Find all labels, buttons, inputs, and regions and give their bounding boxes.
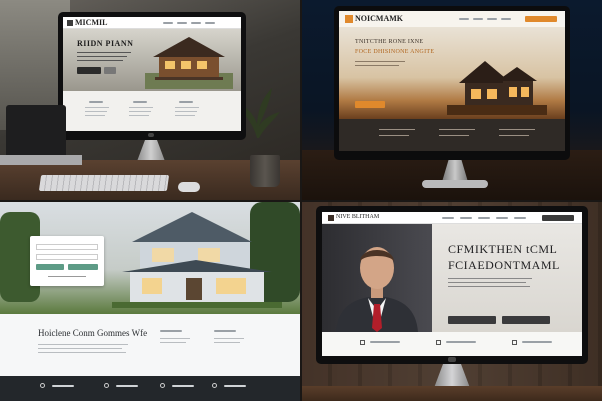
photo-monitor-businessman-site: NIVE BLITHAM CFMIKTHEN tCML FCIAEDONTMAM… xyxy=(302,202,602,401)
site-logo[interactable]: MICMIL xyxy=(75,18,107,27)
site-footer xyxy=(0,376,300,401)
apple-logo-icon xyxy=(148,133,154,137)
keyboard xyxy=(38,175,170,191)
hero-cta-button[interactable] xyxy=(77,67,101,74)
photo-desk-monitor-house-site: MICMIL RIIDN PIANN xyxy=(0,0,300,200)
site-header: NOICMAMK xyxy=(339,11,565,27)
login-button[interactable] xyxy=(36,264,64,270)
footer-icon-4 xyxy=(212,383,217,388)
desk-surface xyxy=(302,386,602,401)
site-header: MICMIL xyxy=(63,17,241,29)
email-field[interactable] xyxy=(36,244,98,250)
footer-icon-1 xyxy=(40,383,45,388)
coffee-mug xyxy=(250,155,280,187)
header-cta-button[interactable] xyxy=(525,16,557,22)
hero-line-1: TNITCTHE RONE IXNE xyxy=(355,39,424,45)
hero-secondary-button[interactable] xyxy=(104,67,116,74)
monitor-screen: MICMIL RIIDN PIANN xyxy=(63,17,241,131)
monitor-base xyxy=(422,180,488,188)
hero-line-2: FOCE DHISINONE ANGITE xyxy=(355,49,435,55)
section-heading: Hoiclene Conm Gommes Wfe xyxy=(38,328,148,338)
footer-icon-2 xyxy=(104,383,109,388)
site-logo[interactable]: NOICMAMK xyxy=(355,14,403,23)
hero-section xyxy=(0,202,300,314)
feature-icon-3 xyxy=(512,340,517,345)
secondary-button[interactable] xyxy=(502,316,550,324)
mouse xyxy=(178,182,200,192)
monitor-frame: MICMIL RIIDN PIANN xyxy=(58,12,246,140)
laptop-base xyxy=(0,155,82,165)
house-logo-icon xyxy=(345,15,353,23)
monitor-frame: NOICMAMK TNITCTHE RONE IXNE FOCE DHISINO… xyxy=(334,6,570,160)
hero-title: RIIDN PIANN xyxy=(77,39,134,48)
hero-section: TNITCTHE RONE IXNE FOCE DHISINONE ANGITE xyxy=(339,27,565,119)
monitor-screen: NIVE BLITHAM CFMIKTHEN tCML FCIAEDONTMAM… xyxy=(322,212,582,356)
content-columns xyxy=(63,91,241,131)
footer-icon-3 xyxy=(160,383,165,388)
photo-monitor-sunset-house-site: NOICMAMK TNITCTHE RONE IXNE FOCE DHISINO… xyxy=(302,0,602,200)
house-image xyxy=(145,37,233,89)
hero-cta-button[interactable] xyxy=(355,101,385,108)
password-field[interactable] xyxy=(36,254,98,260)
primary-button[interactable] xyxy=(448,316,496,324)
hero-text-area: CFMIKTHEN tCML FCIAEDONTMAML xyxy=(432,224,582,332)
login-card xyxy=(30,236,104,286)
site-header: NIVE BLITHAM xyxy=(322,212,582,224)
feature-strip xyxy=(339,119,565,151)
monitor-screen: NOICMAMK TNITCTHE RONE IXNE FOCE DHISINO… xyxy=(339,11,565,151)
feature-row xyxy=(322,332,582,356)
header-button[interactable] xyxy=(542,215,574,221)
house-image xyxy=(112,212,282,308)
signup-button[interactable] xyxy=(68,264,98,270)
monitor-frame: NIVE BLITHAM CFMIKTHEN tCML FCIAEDONTMAM… xyxy=(316,206,588,364)
login-link[interactable] xyxy=(48,276,86,277)
site-logo[interactable]: NIVE BLITHAM xyxy=(336,214,379,220)
logo-icon xyxy=(328,215,334,221)
portrait-image xyxy=(322,224,432,332)
hero-heading-1: CFMIKTHEN tCML xyxy=(448,242,558,256)
feature-icon-2 xyxy=(436,340,441,345)
house-logo-icon xyxy=(67,20,73,26)
feature-icon-1 xyxy=(360,340,365,345)
hero-heading-2: FCIAEDONTMAML xyxy=(448,258,560,272)
apple-logo-icon xyxy=(448,357,456,362)
screen-suburban-house-site: Hoiclene Conm Gommes Wfe xyxy=(0,202,300,401)
content-section: Hoiclene Conm Gommes Wfe xyxy=(0,314,300,376)
house-image xyxy=(447,61,547,115)
hero-section: RIIDN PIANN xyxy=(63,29,241,91)
